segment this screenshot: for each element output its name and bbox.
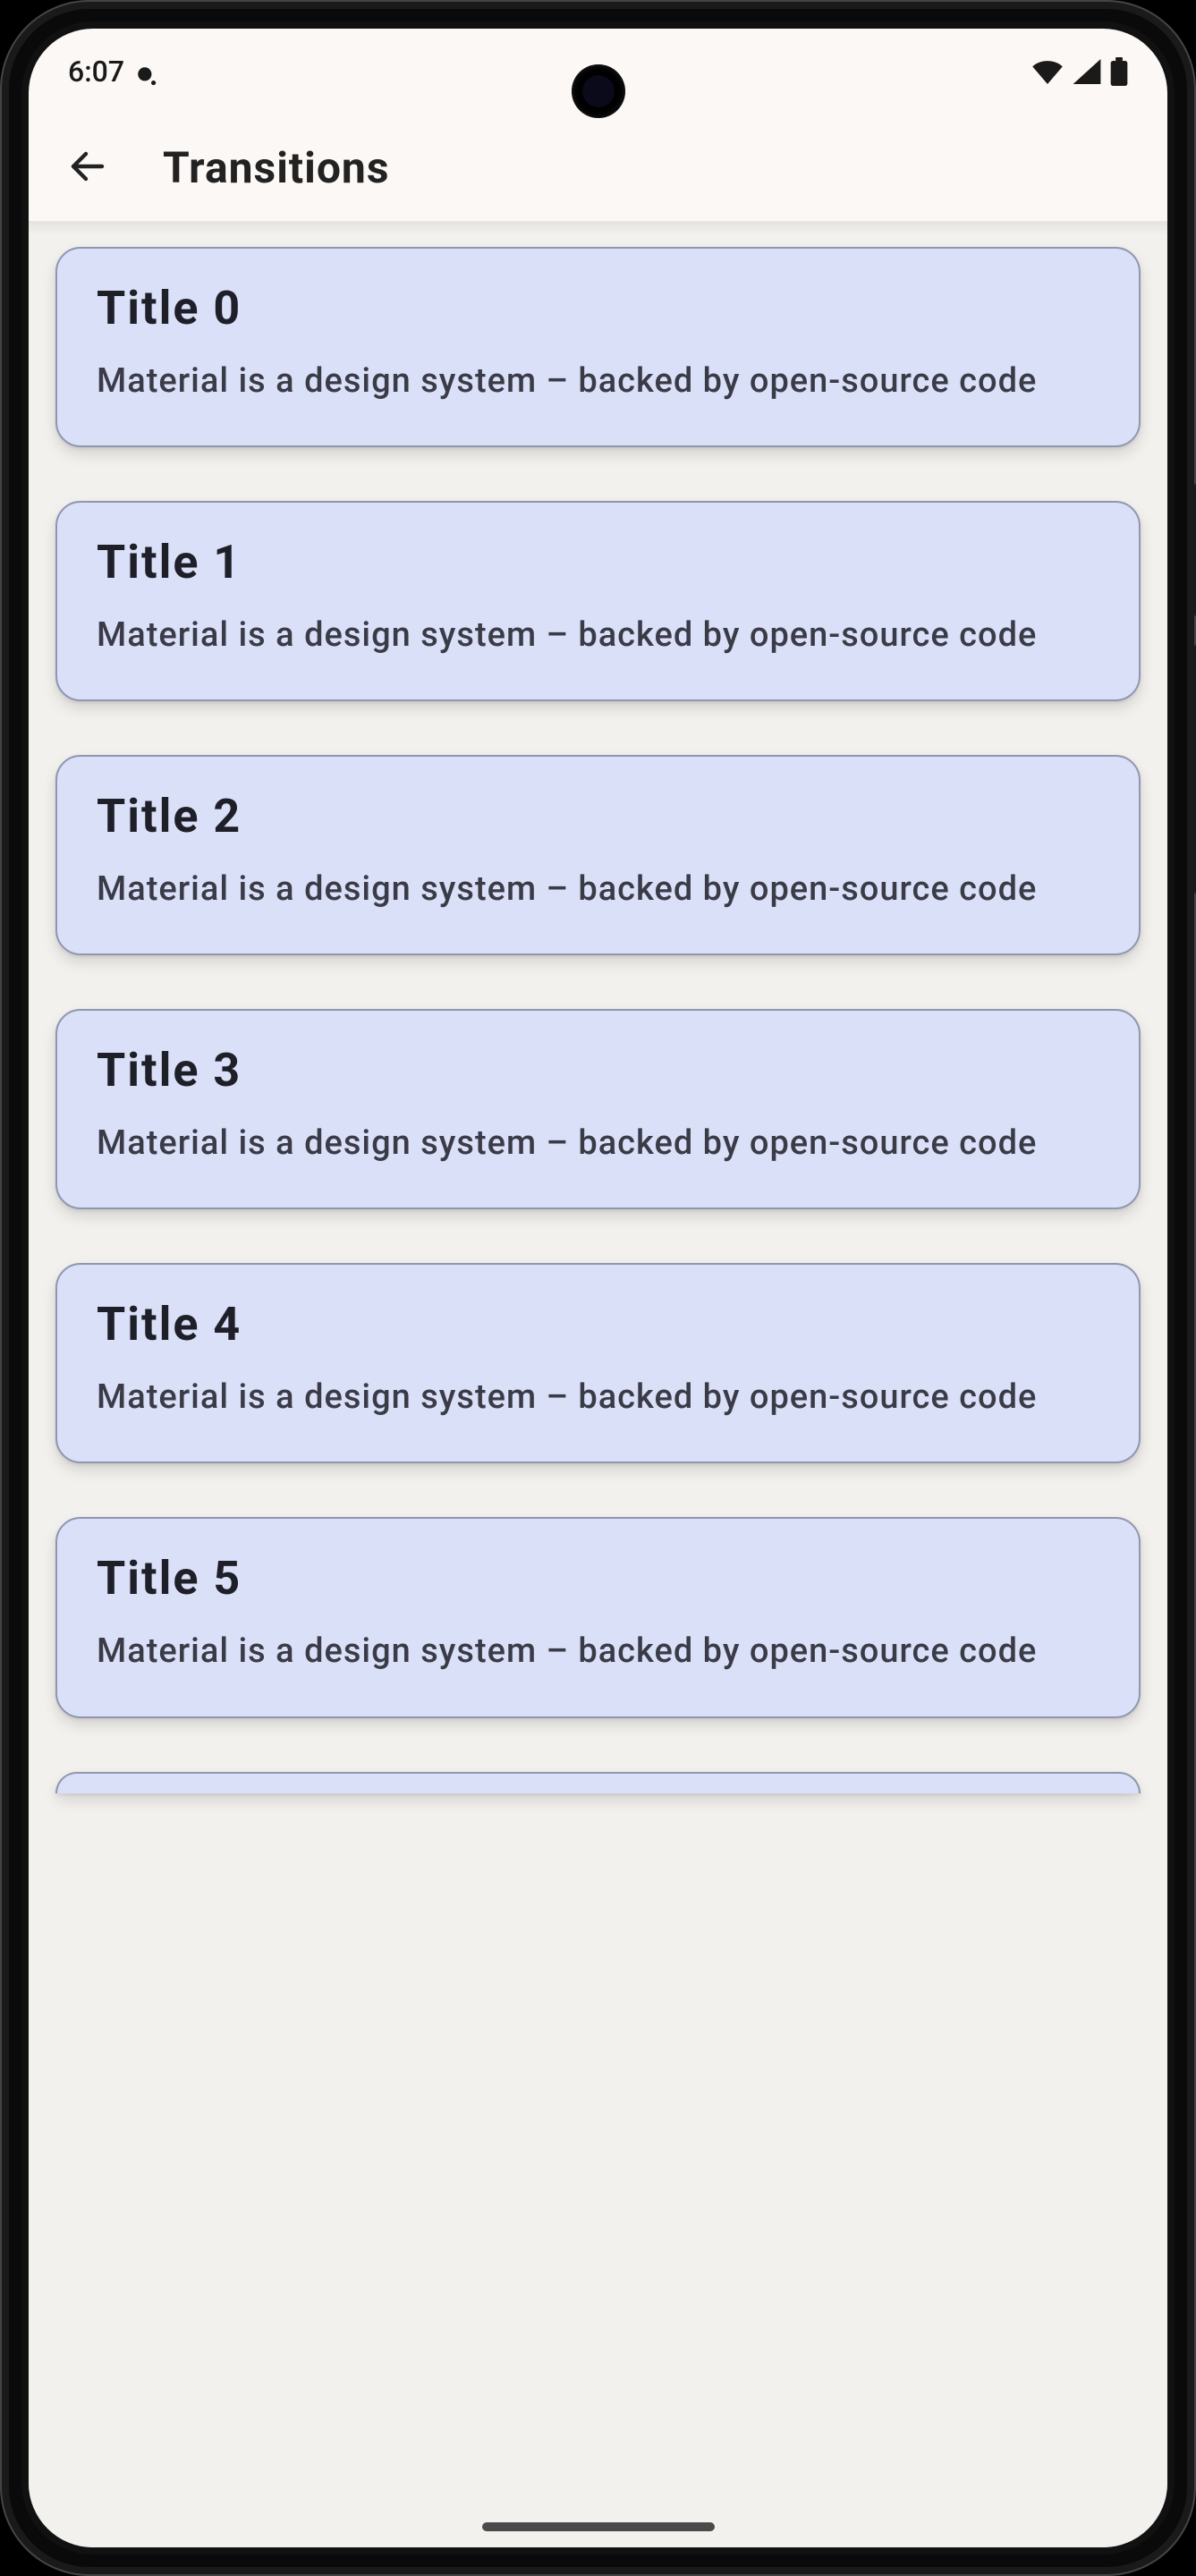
card-title: Title 0 <box>97 281 1099 335</box>
list-card[interactable]: Title 0 Material is a design system – ba… <box>55 247 1141 447</box>
screen: 6:07 <box>29 29 1167 2547</box>
card-subtitle: Material is a design system – backed by … <box>97 865 1099 914</box>
status-right <box>1031 57 1128 86</box>
card-subtitle: Material is a design system – backed by … <box>97 1373 1099 1422</box>
card-subtitle: Material is a design system – backed by … <box>97 611 1099 660</box>
battery-icon <box>1110 57 1128 86</box>
card-subtitle: Material is a design system – backed by … <box>97 1119 1099 1168</box>
card-title: Title 1 <box>97 535 1099 589</box>
app-bar: Transitions <box>29 114 1167 222</box>
list-card[interactable]: Title 3 Material is a design system – ba… <box>55 1009 1141 1209</box>
status-time: 6:07 <box>68 55 124 89</box>
cellular-signal-icon <box>1073 59 1101 84</box>
list-card[interactable]: Title 4 Material is a design system – ba… <box>55 1263 1141 1463</box>
phone-inner: 6:07 <box>21 21 1175 2555</box>
wifi-icon <box>1031 59 1064 84</box>
list-card[interactable]: Title 5 Material is a design system – ba… <box>55 1517 1141 1717</box>
list-card[interactable]: Title 1 Material is a design system – ba… <box>55 501 1141 701</box>
status-notification-icon <box>135 61 157 82</box>
card-title: Title 4 <box>97 1297 1099 1352</box>
phone-frame: 6:07 <box>0 0 1196 2576</box>
status-left: 6:07 <box>68 55 157 89</box>
back-button[interactable] <box>55 136 120 200</box>
card-subtitle: Material is a design system – backed by … <box>97 357 1099 406</box>
list-card-peek[interactable] <box>55 1772 1141 1793</box>
card-title: Title 5 <box>97 1551 1099 1606</box>
card-title: Title 3 <box>97 1043 1099 1097</box>
content-scroll[interactable]: Title 0 Material is a design system – ba… <box>29 222 1167 2547</box>
page-title: Transitions <box>163 142 390 193</box>
gesture-nav-handle[interactable] <box>482 2522 715 2531</box>
arrow-back-icon <box>66 145 109 191</box>
camera-notch <box>572 64 625 118</box>
card-title: Title 2 <box>97 789 1099 843</box>
list-card[interactable]: Title 2 Material is a design system – ba… <box>55 755 1141 955</box>
card-subtitle: Material is a design system – backed by … <box>97 1627 1099 1676</box>
